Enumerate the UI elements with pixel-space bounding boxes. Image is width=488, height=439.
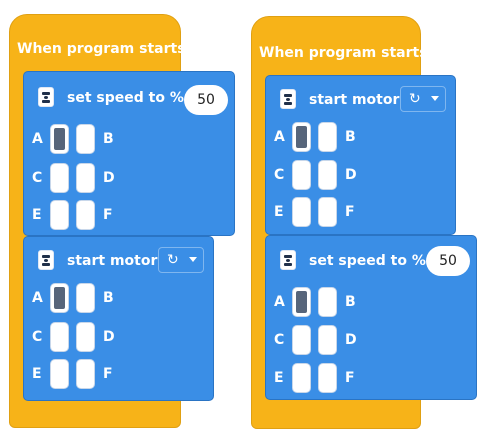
port-label-e: E xyxy=(32,207,42,223)
port-b-toggle[interactable] xyxy=(318,122,337,152)
port-e-toggle[interactable] xyxy=(292,197,311,227)
port-label-b: B xyxy=(103,290,114,306)
set-speed-label: set speed to % xyxy=(67,90,184,106)
port-e-toggle[interactable] xyxy=(50,200,69,230)
direction-dropdown[interactable]: ↻ xyxy=(400,86,446,112)
port-d-toggle[interactable] xyxy=(76,322,95,352)
set-speed-label: set speed to % xyxy=(309,253,426,269)
rotate-clockwise-icon: ↻ xyxy=(167,252,179,268)
start-motor-label: start motor xyxy=(309,92,400,108)
port-label-e: E xyxy=(274,370,284,386)
port-label-c: C xyxy=(32,329,43,345)
start-motor-block-left[interactable]: start motor ↻ A B C D E F xyxy=(23,236,214,401)
port-e-toggle[interactable] xyxy=(50,359,69,389)
port-a-toggle[interactable] xyxy=(50,124,69,154)
speed-value-input[interactable]: 50 xyxy=(426,246,470,276)
port-f-toggle[interactable] xyxy=(76,359,95,389)
port-label-d: D xyxy=(345,167,357,183)
port-label-a: A xyxy=(274,129,285,145)
chevron-down-icon xyxy=(189,257,197,262)
port-label-b: B xyxy=(345,294,356,310)
port-label-f: F xyxy=(103,366,113,382)
port-label-f: F xyxy=(345,370,355,386)
port-label-c: C xyxy=(32,170,43,186)
port-d-toggle[interactable] xyxy=(76,163,95,193)
port-label-d: D xyxy=(103,170,115,186)
port-label-f: F xyxy=(103,207,113,223)
port-a-toggle[interactable] xyxy=(50,283,69,313)
port-a-toggle[interactable] xyxy=(292,122,311,152)
port-label-f: F xyxy=(345,204,355,220)
port-label-a: A xyxy=(32,290,43,306)
port-a-toggle[interactable] xyxy=(292,287,311,317)
port-c-toggle[interactable] xyxy=(50,163,69,193)
motor-icon xyxy=(280,89,296,109)
port-f-toggle[interactable] xyxy=(318,197,337,227)
port-label-e: E xyxy=(32,366,42,382)
port-f-toggle[interactable] xyxy=(318,363,337,393)
direction-dropdown[interactable]: ↻ xyxy=(158,247,204,273)
port-label-c: C xyxy=(274,167,285,183)
port-d-toggle[interactable] xyxy=(318,160,337,190)
speed-value-input[interactable]: 50 xyxy=(184,85,228,115)
port-label-e: E xyxy=(274,204,284,220)
set-speed-block-left[interactable]: set speed to % 50 A B C D E F xyxy=(23,71,235,236)
port-b-toggle[interactable] xyxy=(318,287,337,317)
port-e-toggle[interactable] xyxy=(292,363,311,393)
port-b-toggle[interactable] xyxy=(76,283,95,313)
port-label-a: A xyxy=(32,131,43,147)
motor-icon xyxy=(38,250,54,270)
port-c-toggle[interactable] xyxy=(292,325,311,355)
port-b-toggle[interactable] xyxy=(76,124,95,154)
hat-title-right: When program starts xyxy=(259,45,428,61)
start-motor-label: start motor xyxy=(67,253,158,269)
port-label-d: D xyxy=(345,332,357,348)
port-c-toggle[interactable] xyxy=(50,322,69,352)
motor-icon xyxy=(280,250,296,270)
start-motor-block-right[interactable]: start motor ↻ A B C D E F xyxy=(265,75,456,235)
rotate-clockwise-icon: ↻ xyxy=(409,91,421,107)
port-label-b: B xyxy=(103,131,114,147)
port-label-d: D xyxy=(103,329,115,345)
motor-icon xyxy=(38,87,54,107)
chevron-down-icon xyxy=(431,96,439,101)
hat-title-left: When program starts xyxy=(17,41,186,57)
port-label-b: B xyxy=(345,129,356,145)
set-speed-block-right[interactable]: set speed to % 50 A B C D E F xyxy=(265,235,477,400)
port-f-toggle[interactable] xyxy=(76,200,95,230)
port-label-a: A xyxy=(274,294,285,310)
port-label-c: C xyxy=(274,332,285,348)
port-c-toggle[interactable] xyxy=(292,160,311,190)
port-d-toggle[interactable] xyxy=(318,325,337,355)
